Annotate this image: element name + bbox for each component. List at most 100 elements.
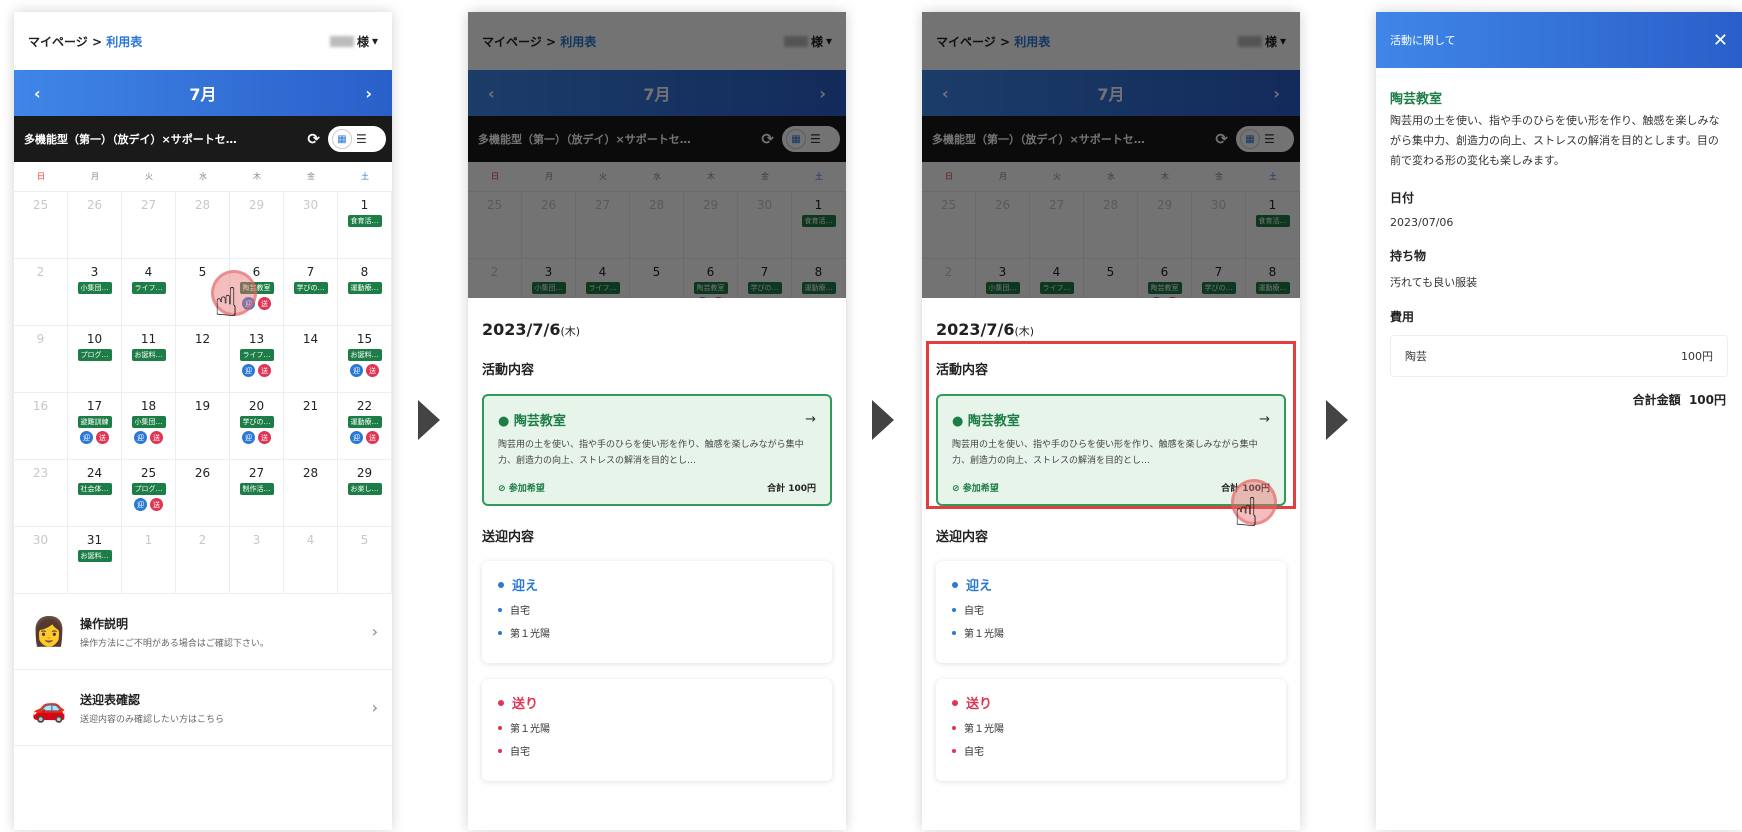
list-view-icon: ☰ <box>1264 132 1275 146</box>
event-tag[interactable]: 小集団… <box>531 282 566 294</box>
event-tag[interactable]: ライフ… <box>239 349 274 361</box>
calendar-day-cell[interactable]: 30 <box>14 527 68 594</box>
calendar-day-cell[interactable]: 8 運動療… <box>338 259 392 326</box>
event-tag[interactable]: 学びの… <box>293 282 328 294</box>
event-tag[interactable]: 陶芸教室 <box>1147 282 1182 294</box>
calendar-day-cell[interactable]: 18 小集団… 迎送 <box>122 393 176 460</box>
calendar-day-cell[interactable]: 17 避難訓練迎送 <box>68 393 122 460</box>
calendar-day-cell[interactable]: 5 <box>338 527 392 594</box>
calendar-day-cell[interactable]: 29 <box>230 192 284 259</box>
calendar-day-cell[interactable]: 2 <box>14 259 68 326</box>
event-tag[interactable]: 小集団… <box>77 282 112 294</box>
calendar-day-cell[interactable]: 4 <box>284 527 338 594</box>
calendar-day-cell[interactable]: 3 <box>230 527 284 594</box>
event-tag[interactable]: 運動療… <box>347 282 382 294</box>
event-tag[interactable]: 陶芸教室 <box>693 282 728 294</box>
user-menu[interactable]: 様 ▾ <box>329 33 378 50</box>
event-tag[interactable]: 運動療… <box>1255 282 1290 294</box>
calendar-day-cell[interactable]: 28 <box>284 460 338 527</box>
calendar-day-cell[interactable]: 26 <box>976 192 1030 259</box>
event-tag[interactable]: 避難訓練 <box>77 416 112 428</box>
calendar-day-cell[interactable]: 19 <box>176 393 230 460</box>
day-number: 2 <box>944 265 953 279</box>
prev-month-button[interactable]: ‹ <box>34 84 41 103</box>
event-tag[interactable]: プログ… <box>77 349 112 361</box>
calendar-day-cell[interactable]: 29 <box>684 192 738 259</box>
calendar-day-cell[interactable]: 13 ライフ… 迎送 <box>230 326 284 393</box>
calendar-day-cell[interactable]: 29 <box>1138 192 1192 259</box>
calendar-day-cell[interactable]: 1 食育活… <box>1246 192 1300 259</box>
calendar-day-cell[interactable]: 3 小集団… <box>68 259 122 326</box>
day-number: 1 <box>144 533 153 547</box>
calendar-day-cell[interactable]: 7 学びの… <box>284 259 338 326</box>
event-tag[interactable]: 学びの… <box>747 282 782 294</box>
calendar-day-cell[interactable]: 28 <box>176 192 230 259</box>
event-tag[interactable]: 社会体… <box>77 483 112 495</box>
calendar-day-cell[interactable]: 20 学びの… 迎送 <box>230 393 284 460</box>
calendar-day-cell[interactable]: 16 <box>14 393 68 460</box>
calendar-day-cell[interactable]: 27 <box>122 192 176 259</box>
breadcrumb-home[interactable]: マイページ <box>28 35 88 49</box>
event-tag[interactable]: 食育活… <box>801 215 836 227</box>
calendar-day-cell[interactable]: 24 社会体… <box>68 460 122 527</box>
calendar-day-cell[interactable]: 26 <box>176 460 230 527</box>
event-tag[interactable]: 学びの… <box>1201 282 1236 294</box>
event-tag[interactable]: プログ… <box>131 483 166 495</box>
event-tag[interactable]: 食育活… <box>347 215 382 227</box>
calendar-day-cell[interactable]: 31 お誕料… <box>68 527 122 594</box>
calendar-day-cell[interactable]: 25 <box>922 192 976 259</box>
calendar-day-cell[interactable]: 21 <box>284 393 338 460</box>
calendar-day-cell[interactable]: 14 <box>284 326 338 393</box>
event-tag[interactable]: 学びの… <box>239 416 274 428</box>
calendar-day-cell[interactable]: 9 <box>14 326 68 393</box>
calendar-day-cell[interactable]: 28 <box>1084 192 1138 259</box>
calendar-day-cell[interactable]: 22 運動療… 迎送 <box>338 393 392 460</box>
event-tag[interactable]: お誕料… <box>347 349 382 361</box>
event-tag[interactable]: お楽し… <box>347 483 382 495</box>
event-tag[interactable]: 運動療… <box>347 416 382 428</box>
calendar-view-icon[interactable]: ▦ <box>332 129 352 149</box>
calendar-day-cell[interactable]: 28 <box>630 192 684 259</box>
next-month-button[interactable]: › <box>365 84 372 103</box>
event-tag[interactable]: ライフ… <box>585 282 620 294</box>
calendar-day-cell[interactable]: 11 お誕料… <box>122 326 176 393</box>
event-tag[interactable]: 小集団… <box>131 416 166 428</box>
event-tag[interactable]: 小集団… <box>985 282 1020 294</box>
event-tag[interactable]: 食育活… <box>1255 215 1290 227</box>
activity-card[interactable]: ● 陶芸教室 → 陶芸用の土を使い、指や手のひらを使い形を作り、触感を楽しみながら… <box>482 394 832 506</box>
close-icon[interactable]: ✕ <box>1713 30 1728 51</box>
calendar-day-cell[interactable]: 1 食育活… <box>338 192 392 259</box>
calendar-day-cell[interactable]: 29 お楽し… <box>338 460 392 527</box>
calendar-day-cell[interactable]: 23 <box>14 460 68 527</box>
calendar-day-cell[interactable]: 4 ライフ… <box>122 259 176 326</box>
calendar-day-cell[interactable]: 30 <box>284 192 338 259</box>
calendar-day-cell[interactable]: 1 食育活… <box>792 192 846 259</box>
event-tag[interactable]: お誕料… <box>77 550 112 562</box>
calendar-day-cell[interactable]: 30 <box>738 192 792 259</box>
calendar-day-cell[interactable]: 27 <box>576 192 630 259</box>
calendar-day-cell[interactable]: 10 プログ… <box>68 326 122 393</box>
event-tag[interactable]: ライフ… <box>1039 282 1074 294</box>
calendar-day-cell[interactable]: 27 制作活… <box>230 460 284 527</box>
calendar-day-cell[interactable]: 2 <box>176 527 230 594</box>
view-toggle[interactable]: ▦ ☰ <box>328 126 386 152</box>
calendar-day-cell[interactable]: 25 プログ… 迎送 <box>122 460 176 527</box>
event-tag[interactable]: ライフ… <box>131 282 166 294</box>
calendar-day-cell[interactable]: 27 <box>1030 192 1084 259</box>
list-view-icon[interactable]: ☰ <box>356 132 367 146</box>
calendar-day-cell[interactable]: 1 <box>122 527 176 594</box>
calendar-day-cell[interactable]: 15 お誕料… 迎送 <box>338 326 392 393</box>
calendar-day-cell[interactable]: 12 <box>176 326 230 393</box>
menu-help[interactable]: 👩 操作説明 操作方法にご不明がある場合はご確認下さい。 › <box>14 594 392 670</box>
calendar-day-cell[interactable]: 25 <box>468 192 522 259</box>
event-tag[interactable]: 制作活… <box>239 483 274 495</box>
event-tag[interactable]: お誕料… <box>131 349 166 361</box>
facility-name[interactable]: 多機能型（第一）（放デイ）×サポートセ… <box>24 131 299 147</box>
calendar-day-cell[interactable]: 26 <box>522 192 576 259</box>
event-tag[interactable]: 運動療… <box>801 282 836 294</box>
calendar-day-cell[interactable]: 25 <box>14 192 68 259</box>
calendar-day-cell[interactable]: 30 <box>1192 192 1246 259</box>
refresh-icon[interactable]: ⟳ <box>307 130 320 148</box>
calendar-day-cell[interactable]: 26 <box>68 192 122 259</box>
menu-transfer[interactable]: 🚗 送迎表確認 送迎内容のみ確認したい方はこちら › <box>14 670 392 746</box>
